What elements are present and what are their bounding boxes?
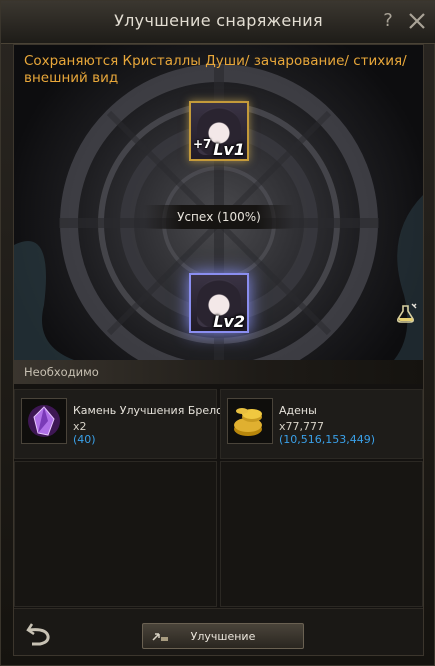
empty-requirement-slot bbox=[14, 461, 217, 607]
footer-bar: Улучшение bbox=[14, 608, 423, 655]
success-rate: Успех (100%) bbox=[144, 205, 294, 229]
upgrade-label: Улучшение bbox=[190, 630, 256, 643]
result-item-slot[interactable]: Lv2 bbox=[189, 273, 249, 333]
empty-requirement-slot bbox=[220, 461, 423, 607]
close-icon bbox=[409, 13, 425, 29]
requirement-item[interactable]: Камень Улучшения Брелока x2 (40) bbox=[14, 389, 236, 459]
requirement-quantity: x77,777 bbox=[279, 420, 324, 433]
requirement-owned: (40) bbox=[73, 433, 96, 446]
upgrade-panel: Сохраняются Кристаллы Души/ зачарование/… bbox=[13, 44, 424, 656]
equipment-upgrade-window: Улучшение снаряжения ? Сохраняются Крист… bbox=[0, 0, 435, 666]
upgrade-scene: Сохраняются Кристаллы Души/ зачарование/… bbox=[14, 45, 423, 360]
requirement-name: Адены bbox=[279, 404, 317, 417]
preserve-notice: Сохраняются Кристаллы Души/ зачарование/… bbox=[24, 53, 407, 86]
window-title: Улучшение снаряжения bbox=[114, 11, 323, 30]
requirement-quantity: x2 bbox=[73, 420, 87, 433]
requirements-grid: Камень Улучшения Брелока x2 (40) Адены x… bbox=[14, 389, 423, 609]
requirement-owned: (10,516,153,449) bbox=[279, 433, 376, 446]
requirements-header: Необходимо bbox=[14, 360, 423, 384]
back-arrow-icon bbox=[26, 623, 50, 646]
help-button[interactable]: ? bbox=[377, 9, 399, 33]
close-button[interactable] bbox=[405, 9, 429, 33]
requirement-item[interactable]: Адены x77,777 (10,516,153,449) bbox=[220, 389, 423, 459]
enchant-level: +7 bbox=[193, 137, 212, 151]
gold-coins-icon bbox=[227, 398, 273, 444]
result-level: Lv2 bbox=[213, 312, 245, 331]
purple-crystal-icon bbox=[21, 398, 67, 444]
item-level: Lv1 bbox=[213, 140, 245, 159]
title-bar: Улучшение снаряжения ? bbox=[1, 1, 435, 44]
upgrade-button[interactable]: Улучшение bbox=[142, 623, 304, 649]
back-button[interactable] bbox=[24, 618, 56, 648]
requirement-name: Камень Улучшения Брелока bbox=[73, 404, 237, 417]
source-item-slot[interactable]: +7 Lv1 bbox=[189, 101, 249, 161]
potion-icon[interactable] bbox=[396, 302, 418, 324]
